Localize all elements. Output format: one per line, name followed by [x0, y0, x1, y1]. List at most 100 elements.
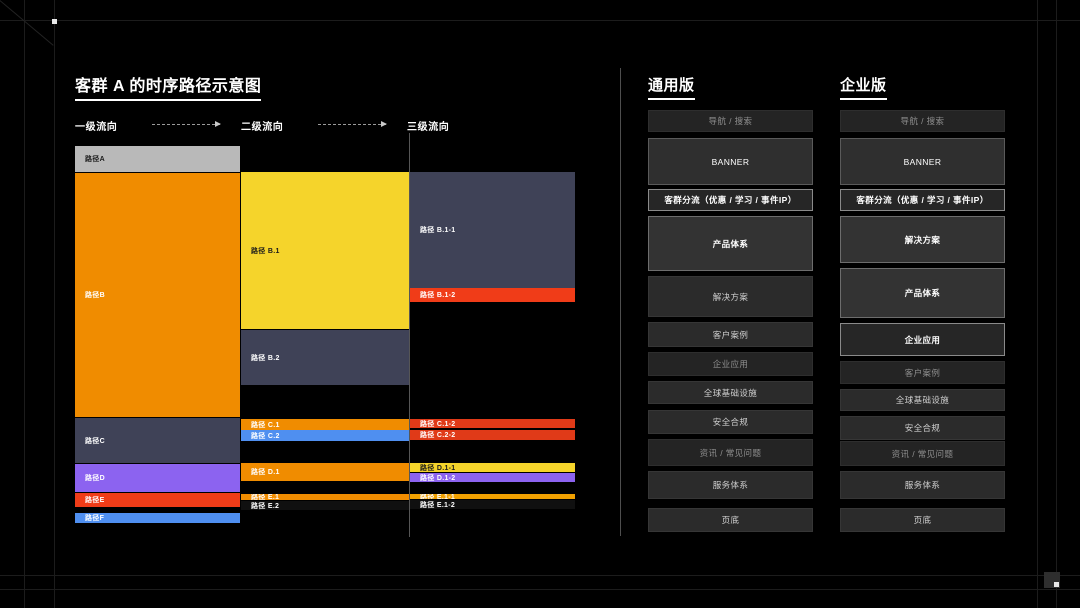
sankey-node-label: 路径A	[75, 154, 105, 164]
sankey-node-label: 路径 E.2	[241, 501, 279, 510]
wireframe-block-label: 服务体系	[713, 479, 749, 491]
wireframe-block[interactable]: 安全合规	[648, 410, 813, 434]
sankey-node-label: 路径F	[75, 513, 104, 523]
wireframe-block-label: 客户案例	[713, 329, 749, 341]
sankey-node[interactable]: 路径B	[75, 173, 240, 417]
wireframe-block[interactable]: 资讯 / 常见问题	[648, 439, 813, 466]
sankey-node[interactable]: 路径F	[75, 513, 240, 523]
sankey-node[interactable]: 路径 C.2	[241, 430, 409, 441]
wireframe-block-label: 客群分流（优惠 / 学习 / 事件IP）	[664, 194, 796, 206]
sankey-node[interactable]: 路径 D.1	[241, 463, 409, 481]
wireframe-block-label: 页底	[722, 514, 740, 526]
wireframe-block[interactable]: 导航 / 搜索	[648, 110, 813, 132]
wireframe-block-label: 客群分流（优惠 / 学习 / 事件IP）	[856, 194, 988, 206]
sankey-node-label: 路径 E.1-1	[410, 494, 455, 499]
wireframe-block[interactable]: 安全合规	[840, 416, 1005, 440]
sankey-node-label: 路径D	[75, 473, 105, 483]
wireframe-block[interactable]: 产品体系	[840, 268, 1005, 318]
wireframe-block[interactable]: 客户案例	[648, 322, 813, 347]
wireframe-block-label: 解决方案	[713, 291, 749, 303]
sankey-node-label: 路径 C.2-2	[410, 430, 455, 440]
wireframe-block-label: 企业应用	[905, 334, 941, 346]
wireframe-block[interactable]: 客户案例	[840, 361, 1005, 384]
sankey-node-label: 路径 C.2	[241, 431, 280, 441]
wireframe-block-label: 页底	[914, 514, 932, 526]
wireframe-block[interactable]: 企业应用	[648, 352, 813, 376]
sankey-node-label: 路径 C.1	[241, 420, 280, 430]
wireframe-block-label: BANNER	[904, 157, 942, 167]
wireframe-block[interactable]: BANNER	[840, 138, 1005, 185]
wireframe-block[interactable]: 服务体系	[648, 471, 813, 499]
sankey-column-stage3: 路径 B.1-1 路径 B.1-2 路径 C.1-2 路径 C.2-2 路径 D.1-1…	[410, 0, 575, 608]
wireframe-block[interactable]: 解决方案	[840, 216, 1005, 263]
guide-line-right-inner	[1037, 0, 1038, 608]
canvas-root: 客群 A 的时序路径示意图 一级流向 二级流向 三级流向 路径A路径B路径C路径…	[0, 0, 1080, 608]
wireframe-block-label: 产品体系	[905, 287, 941, 299]
wireframe-block-label: 导航 / 搜索	[901, 115, 945, 127]
sankey-node-label: 路径 C.1-2	[410, 419, 455, 428]
wireframe-block-label: 资讯 / 常见问题	[700, 447, 762, 459]
wireframe-block[interactable]: 企业应用	[840, 323, 1005, 356]
wireframe-block[interactable]: 全球基础设施	[648, 381, 813, 404]
sankey-node[interactable]: 路径 D.1-2	[410, 473, 575, 482]
sankey-node[interactable]: 路径D	[75, 464, 240, 492]
wireframe-panel-general: 导航 / 搜索 BANNER 客群分流（优惠 / 学习 / 事件IP） 产品体系解决方…	[648, 0, 813, 608]
sankey-node[interactable]: 路径 B.2	[241, 330, 409, 385]
sankey-node-label: 路径 B.1-2	[410, 290, 455, 300]
wireframe-block-label: 全球基础设施	[896, 394, 949, 406]
wireframe-block[interactable]: 客群分流（优惠 / 学习 / 事件IP）	[648, 189, 813, 211]
sankey-node[interactable]: 路径 E.1-1	[410, 494, 575, 499]
wireframe-block[interactable]: 解决方案	[648, 276, 813, 317]
sankey-node[interactable]: 路径 E.2	[241, 501, 409, 510]
sankey-node-label: 路径 D.1-2	[410, 473, 455, 482]
guide-line-right	[1056, 0, 1057, 608]
wireframe-block-label: 服务体系	[905, 479, 941, 491]
sankey-node-label: 路径C	[75, 436, 105, 446]
wireframe-block-label: 导航 / 搜索	[709, 115, 753, 127]
sankey-node-label: 路径 E.1-2	[410, 500, 455, 509]
sankey-node[interactable]: 路径 C.1	[241, 419, 409, 430]
sankey-node[interactable]: 路径 C.1-2	[410, 419, 575, 428]
wireframe-block[interactable]: 客群分流（优惠 / 学习 / 事件IP）	[840, 189, 1005, 211]
wireframe-panel-enterprise: 导航 / 搜索 BANNER 客群分流（优惠 / 学习 / 事件IP） 解决方案产品体…	[840, 0, 1005, 608]
sankey-node[interactable]: 路径 B.1	[241, 172, 409, 329]
wireframe-block[interactable]: BANNER	[648, 138, 813, 185]
guide-handle-bottom-right[interactable]	[1054, 582, 1059, 587]
wireframe-block-label: 资讯 / 常见问题	[892, 448, 954, 460]
sankey-node[interactable]: 路径E	[75, 493, 240, 507]
wireframe-block-label: 解决方案	[905, 234, 941, 246]
sankey-node-label: 路径B	[75, 290, 105, 300]
sankey-node-label: 路径E	[75, 495, 105, 505]
wireframe-block[interactable]: 页底	[840, 508, 1005, 532]
sankey-node[interactable]: 路径 C.2-2	[410, 430, 575, 440]
sankey-node-label: 路径 B.1-1	[410, 225, 455, 235]
wireframe-block[interactable]: 页底	[648, 508, 813, 532]
wireframe-block[interactable]: 产品体系	[648, 216, 813, 271]
wireframe-block-label: 安全合规	[905, 422, 941, 434]
wireframe-block[interactable]: 导航 / 搜索	[840, 110, 1005, 132]
sankey-node-label: 路径 B.2	[241, 353, 280, 363]
guide-line-left-inner	[54, 0, 55, 608]
sankey-node-label: 路径 D.1-1	[410, 463, 455, 472]
sankey-node[interactable]: 路径 E.1	[241, 494, 409, 500]
section-divider	[620, 68, 621, 536]
sankey-node[interactable]: 路径 B.1-1	[410, 172, 575, 288]
wireframe-block-label: 产品体系	[713, 238, 749, 250]
sankey-column-stage1: 路径A 路径B 路径C 路径D 路径E 路径F	[75, 0, 240, 608]
wireframe-block[interactable]: 全球基础设施	[840, 389, 1005, 411]
guide-handle-top-left[interactable]	[52, 19, 57, 24]
sankey-node[interactable]: 路径 B.1-2	[410, 288, 575, 302]
sankey-node-label: 路径 B.1	[241, 246, 280, 256]
wireframe-block-label: 企业应用	[713, 358, 749, 370]
sankey-node[interactable]: 路径 D.1-1	[410, 463, 575, 472]
wireframe-block[interactable]: 资讯 / 常见问题	[840, 441, 1005, 466]
guide-diagonal	[0, 0, 54, 46]
wireframe-block-label: 客户案例	[905, 367, 941, 379]
wireframe-block-label: 安全合规	[713, 416, 749, 428]
sankey-node[interactable]: 路径C	[75, 418, 240, 463]
wireframe-block[interactable]: 服务体系	[840, 471, 1005, 499]
sankey-node[interactable]: 路径 E.1-2	[410, 500, 575, 509]
guide-line-left	[24, 0, 25, 608]
sankey-node-label: 路径 D.1	[241, 467, 280, 477]
sankey-node[interactable]: 路径A	[75, 146, 240, 172]
